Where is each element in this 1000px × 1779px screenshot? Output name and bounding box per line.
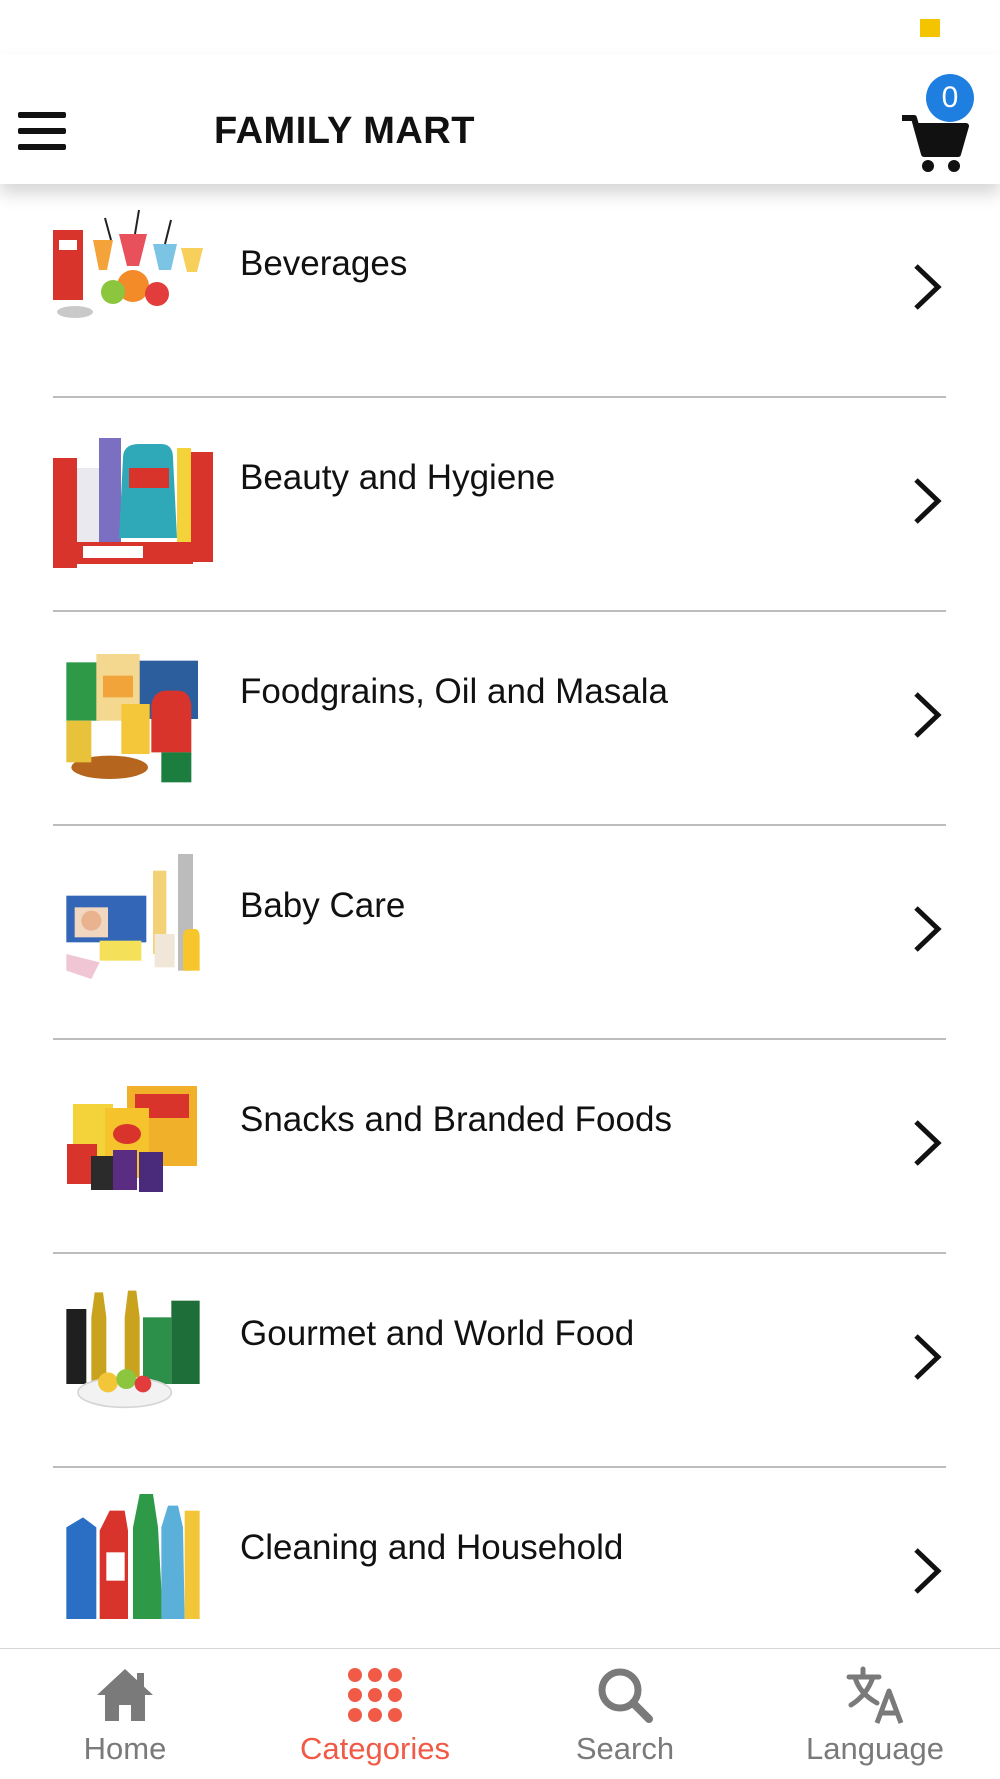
chevron-right-icon (914, 1334, 942, 1380)
chevron-right-icon (914, 264, 942, 310)
status-indicator (920, 19, 940, 37)
category-row-foodgrains[interactable]: Foodgrains, Oil and Masala (0, 612, 1000, 826)
tab-language[interactable]: Language (750, 1649, 1000, 1779)
bottom-tab-bar: Home Categories Search Language (0, 1648, 1000, 1779)
category-label: Baby Care (240, 886, 406, 925)
menu-icon-bar (18, 112, 66, 118)
cart-count-badge: 0 (926, 74, 974, 122)
tab-home[interactable]: Home (0, 1649, 250, 1779)
beauty-hygiene-image (53, 438, 213, 568)
menu-icon-bar (18, 128, 66, 134)
app-title: FAMILY MART (214, 110, 475, 152)
tab-label: Home (83, 1731, 167, 1766)
status-bar (0, 0, 1000, 54)
menu-button[interactable] (18, 112, 66, 150)
foodgrains-image (66, 654, 198, 783)
search-icon (598, 1668, 653, 1723)
cleaning-image (66, 1494, 200, 1619)
category-label: Foodgrains, Oil and Masala (240, 672, 668, 711)
gourmet-image (66, 1290, 200, 1409)
tab-label: Language (806, 1731, 944, 1766)
tab-label: Categories (300, 1731, 450, 1766)
tab-search[interactable]: Search (500, 1649, 750, 1779)
category-list: Beverages Beauty and Hygiene Foodgrains,… (0, 184, 1000, 1648)
tab-label: Search (575, 1731, 675, 1766)
category-row-beauty-hygiene[interactable]: Beauty and Hygiene (0, 398, 1000, 612)
app-header: FAMILY MART 0 (0, 54, 1000, 184)
beverages-image (53, 209, 203, 318)
category-row-cleaning[interactable]: Cleaning and Household (0, 1468, 1000, 1648)
category-row-baby-care[interactable]: Baby Care (0, 826, 1000, 1040)
chevron-right-icon (914, 1120, 942, 1166)
baby-care-image (66, 854, 200, 979)
category-row-beverages[interactable]: Beverages (0, 184, 1000, 398)
translate-icon (846, 1666, 904, 1724)
chevron-right-icon (914, 692, 942, 738)
menu-icon-bar (18, 144, 66, 150)
chevron-right-icon (914, 906, 942, 952)
category-row-gourmet[interactable]: Gourmet and World Food (0, 1254, 1000, 1468)
category-label: Snacks and Branded Foods (240, 1100, 672, 1139)
home-icon (97, 1669, 153, 1721)
chevron-right-icon (914, 1548, 942, 1594)
chevron-right-icon (914, 478, 942, 524)
category-label: Cleaning and Household (240, 1528, 624, 1567)
category-label: Beverages (240, 244, 408, 283)
tab-categories[interactable]: Categories (250, 1649, 500, 1779)
category-label: Beauty and Hygiene (240, 458, 556, 497)
snacks-image (67, 1086, 197, 1192)
category-row-snacks[interactable]: Snacks and Branded Foods (0, 1040, 1000, 1254)
grid-dots-icon (348, 1668, 402, 1722)
category-label: Gourmet and World Food (240, 1314, 635, 1353)
